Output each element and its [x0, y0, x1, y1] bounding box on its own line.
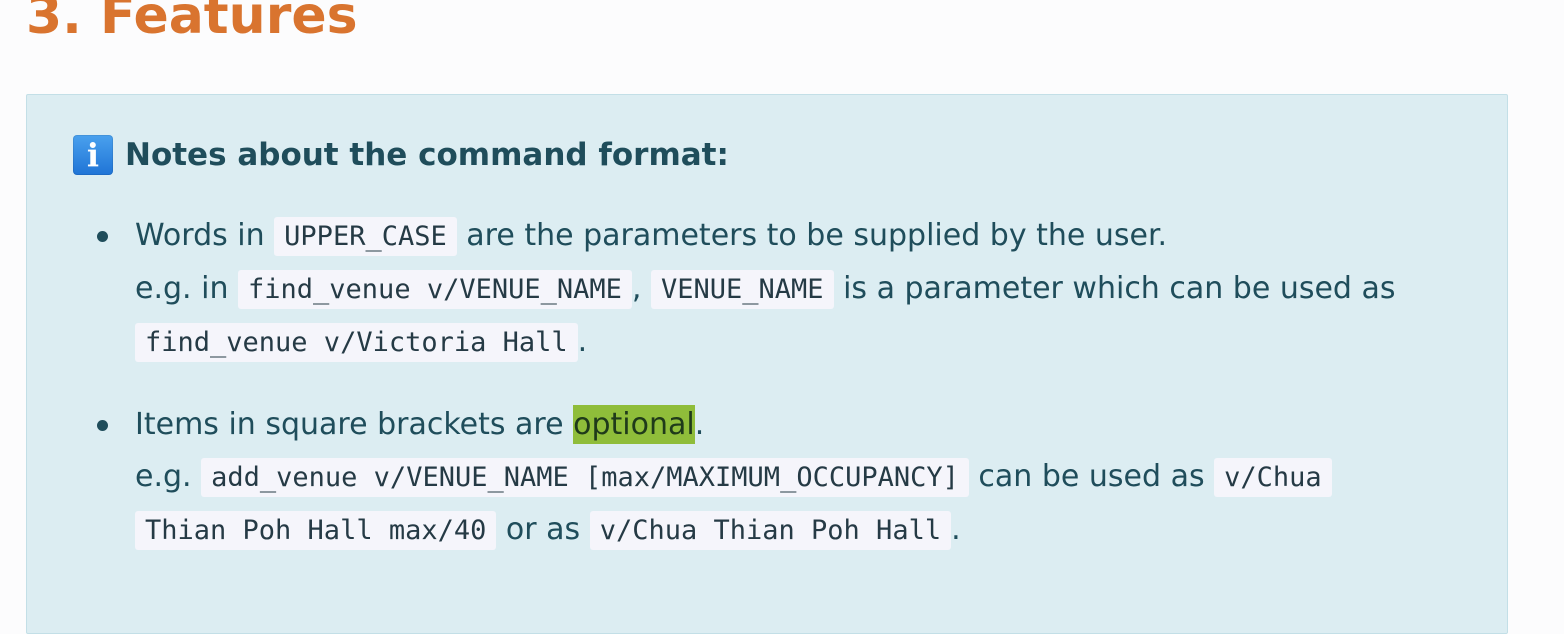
item-text: e.g. in [135, 271, 229, 306]
item-line: Words in UPPER_CASE are the parameters t… [135, 210, 1465, 263]
item-text: Words in [135, 218, 265, 253]
item-line: Items in square brackets are optional. [135, 399, 1465, 451]
item-text: Items in square brackets are [135, 407, 564, 442]
list-item: Words in UPPER_CASE are the parameters t… [97, 210, 1465, 369]
highlighted-text: optional [573, 405, 695, 444]
inline-code: add_venue v/VENUE_NAME [max/MAXIMUM_OCCU… [201, 458, 969, 497]
callout-title: i Notes about the command format: [73, 135, 729, 175]
item-text: are the parameters to be supplied by the… [466, 218, 1168, 253]
list-item: Items in square brackets are optional. e… [97, 399, 1465, 557]
notes-list: Words in UPPER_CASE are the parameters t… [97, 210, 1465, 587]
page-title: 3. Features [26, 0, 358, 46]
item-text: can be used as [978, 459, 1205, 494]
item-text: , [631, 271, 642, 306]
inline-code: find_venue v/VENUE_NAME [238, 270, 632, 309]
item-text: e.g. [135, 459, 192, 494]
callout-title-text: Notes about the command format: [125, 137, 729, 173]
inline-code: UPPER_CASE [274, 217, 457, 256]
item-text: is a parameter which can be used as [843, 271, 1396, 306]
inline-code: find_venue v/Victoria Hall [135, 323, 578, 362]
inline-code: v/Chua [1214, 458, 1332, 497]
item-line: find_venue v/Victoria Hall. [135, 316, 1465, 369]
info-callout: i Notes about the command format: Words … [26, 94, 1508, 634]
inline-code: VENUE_NAME [650, 270, 834, 309]
inline-code: v/Chua Thian Poh Hall [589, 511, 952, 550]
item-line: Thian Poh Hall max/40 or as v/Chua Thian… [135, 504, 1465, 557]
info-icon: i [73, 135, 113, 175]
item-text: or as [505, 512, 581, 547]
item-text: . [577, 324, 588, 359]
inline-code: Thian Poh Hall max/40 [135, 511, 497, 550]
item-line: e.g. add_venue v/VENUE_NAME [max/MAXIMUM… [135, 451, 1465, 504]
item-line: e.g. in find_venue v/VENUE_NAME, VENUE_N… [135, 263, 1465, 316]
item-text: . [951, 512, 961, 547]
item-text: . [694, 407, 705, 442]
